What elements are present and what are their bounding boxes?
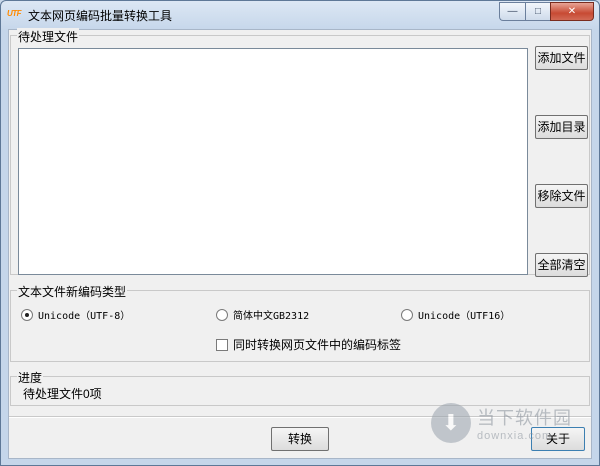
maximize-icon: □ (534, 6, 542, 17)
radio-unselected-icon (216, 308, 228, 321)
app-window: UTF 文本网页编码批量转换工具 — □ ✕ 待处理文件 添加文件 添加目录 移… (0, 0, 600, 466)
watermark-domain: downxia.com (477, 430, 553, 442)
clear-all-button[interactable]: 全部清空 (535, 253, 588, 277)
title-bar[interactable]: UTF 文本网页编码批量转换工具 — □ ✕ (1, 1, 599, 28)
radio-gb2312-label: 简体中文GB2312 (233, 311, 310, 322)
remove-file-button[interactable]: 移除文件 (535, 184, 588, 208)
radio-selected-icon (21, 308, 33, 321)
radio-utf8-label: Unicode（UTF-8） (38, 311, 131, 322)
convert-tags-label: 同时转换网页文件中的编码标签 (233, 338, 402, 352)
close-button[interactable]: ✕ (550, 2, 594, 21)
radio-unselected-icon (401, 308, 413, 321)
files-group: 待处理文件 添加文件 添加目录 移除文件 全部清空 (10, 28, 590, 277)
window-title: 文本网页编码批量转换工具 (28, 9, 173, 23)
files-group-label: 待处理文件 (17, 28, 80, 45)
radio-utf16[interactable]: Unicode（UTF16） (401, 307, 510, 322)
convert-button[interactable]: 转换 (271, 427, 329, 451)
convert-tags-checkbox[interactable]: 同时转换网页文件中的编码标签 (216, 336, 401, 353)
radio-gb2312[interactable]: 简体中文GB2312 (216, 307, 309, 322)
app-icon: UTF (7, 9, 22, 18)
checkbox-icon (216, 338, 228, 351)
progress-status: 待处理文件0项 (23, 387, 102, 401)
encoding-group-label: 文本文件新编码类型 (17, 283, 128, 300)
file-list[interactable] (18, 48, 528, 275)
add-directory-button[interactable]: 添加目录 (535, 115, 588, 139)
encoding-group: 文本文件新编码类型 Unicode（UTF-8） 简体中文GB2312 Unic… (10, 283, 590, 362)
minimize-button[interactable]: — (499, 2, 525, 21)
client-area: 待处理文件 添加文件 添加目录 移除文件 全部清空 文本文件新编码类型 Unic… (8, 28, 592, 459)
radio-utf16-label: Unicode（UTF16） (418, 311, 511, 322)
minimize-icon: — (507, 6, 518, 17)
watermark-title: 当下软件园 (477, 408, 572, 428)
watermark: ⬇ 当下软件园 downxia.com (431, 403, 572, 443)
add-file-button[interactable]: 添加文件 (535, 46, 588, 70)
close-icon: ✕ (567, 6, 577, 17)
window-controls: — □ ✕ (499, 2, 594, 21)
maximize-button[interactable]: □ (525, 2, 550, 21)
progress-group-label: 进度 (17, 369, 44, 386)
radio-utf8[interactable]: Unicode（UTF-8） (21, 307, 130, 322)
progress-group: 进度 待处理文件0项 (10, 369, 590, 406)
download-arrow-icon: ⬇ (431, 403, 471, 443)
